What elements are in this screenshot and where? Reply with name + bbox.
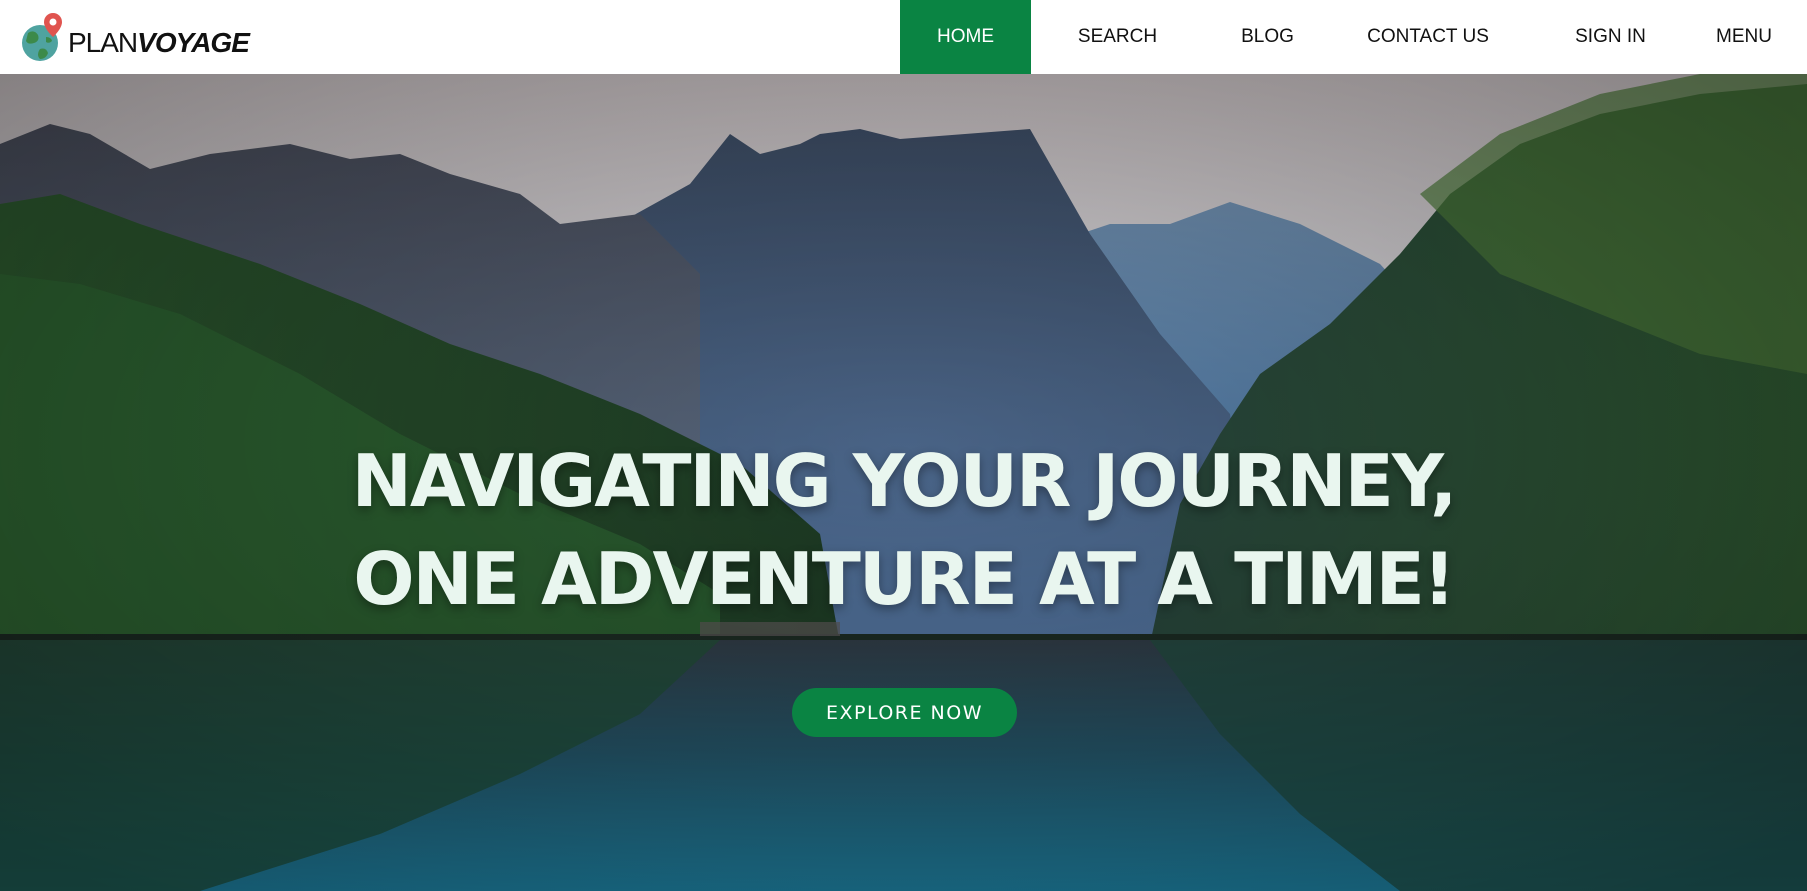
globe-with-map-pin-icon — [20, 11, 66, 63]
site-header: PLANVOYAGE HOME SEARCH BLOG CONTACT US S… — [0, 0, 1807, 74]
nav-item-sign-in[interactable]: SIGN IN — [1525, 0, 1696, 74]
nav-item-contact-us[interactable]: CONTACT US — [1331, 0, 1525, 74]
nav-item-home[interactable]: HOME — [900, 0, 1031, 74]
explore-now-button[interactable]: EXPLORE NOW — [792, 688, 1017, 737]
hero-section: NAVIGATING YOUR JOURNEY, ONE ADVENTURE A… — [0, 74, 1807, 891]
brand-name-part2: VOYAGE — [137, 27, 250, 58]
main-nav: HOME SEARCH BLOG CONTACT US SIGN IN MENU — [900, 0, 1807, 74]
nav-item-blog[interactable]: BLOG — [1204, 0, 1331, 74]
logo[interactable]: PLANVOYAGE — [20, 10, 250, 64]
brand-name-part1: PLAN — [68, 27, 138, 58]
hero-headline-line2: ONE ADVENTURE AT A TIME! — [353, 537, 1455, 621]
hero-headline-line1: NAVIGATING YOUR JOURNEY, — [351, 439, 1458, 523]
brand-name: PLANVOYAGE — [68, 27, 250, 59]
nav-item-search[interactable]: SEARCH — [1031, 0, 1204, 74]
nav-item-menu[interactable]: MENU — [1696, 0, 1807, 74]
